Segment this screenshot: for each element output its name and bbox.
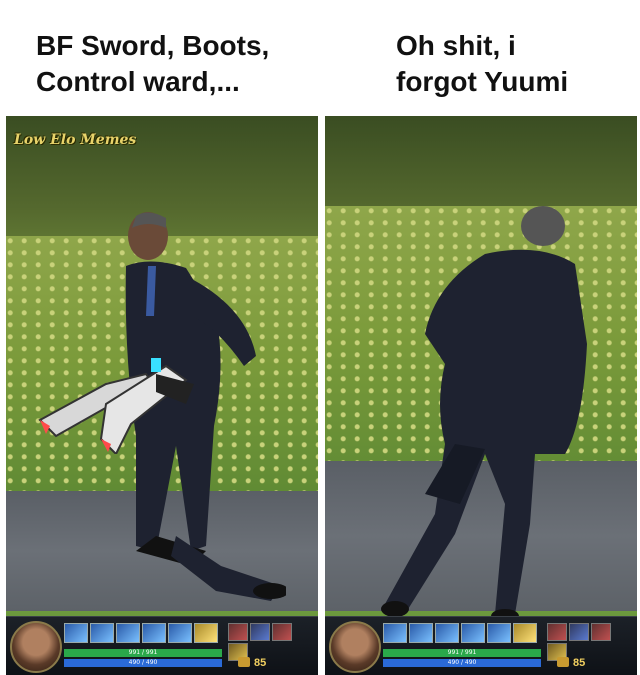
item-icon[interactable] (547, 623, 567, 641)
skill-icon[interactable] (64, 623, 88, 643)
gold-amount: 85 (254, 657, 267, 669)
skill-icon[interactable] (90, 623, 114, 643)
resource-bars: 991 / 991 490 / 490 (64, 649, 222, 669)
skill-icon[interactable] (168, 623, 192, 643)
caption-right: Oh shit, i forgot Yuumi (396, 30, 569, 97)
skill-bar (64, 623, 218, 643)
item-icon[interactable] (250, 623, 270, 641)
health-bar: 991 / 991 (383, 649, 541, 657)
summoner-spell-icon[interactable] (513, 623, 537, 643)
mana-bar: 490 / 490 (383, 659, 541, 667)
health-bar: 991 / 991 (64, 649, 222, 657)
resource-bars: 991 / 991 490 / 490 (383, 649, 541, 669)
skill-icon[interactable] (409, 623, 433, 643)
mana-bar: 490 / 490 (64, 659, 222, 667)
skill-icon[interactable] (487, 623, 511, 643)
health-text: 991 / 991 (447, 649, 477, 656)
watermark-logo: Low Elo Memes (14, 132, 137, 148)
running-man-figure (381, 206, 587, 623)
gold-icon (238, 657, 250, 667)
caption-left: BF Sword, Boots, Control ward,... (36, 30, 270, 97)
item-icon[interactable] (228, 623, 248, 641)
champion-portrait-icon (329, 621, 381, 673)
skill-icon[interactable] (142, 623, 166, 643)
mana-text: 490 / 490 (128, 659, 158, 666)
health-text: 991 / 991 (128, 649, 158, 656)
champion-portrait-icon (10, 621, 62, 673)
skill-icon[interactable] (383, 623, 407, 643)
item-icon[interactable] (272, 623, 292, 641)
skill-icon[interactable] (435, 623, 459, 643)
photo-panel-right: 991 / 991 490 / 490 85 (325, 116, 637, 675)
photo-panel-left: Low Elo Memes 991 / 991 490 / 490 85 (6, 116, 318, 675)
item-slots (228, 623, 312, 661)
summoner-spell-icon[interactable] (194, 623, 218, 643)
item-slots (547, 623, 631, 661)
skill-icon[interactable] (116, 623, 140, 643)
game-hud-left: 991 / 991 490 / 490 85 (6, 616, 318, 675)
blade-item-icon (38, 358, 194, 454)
skill-icon[interactable] (461, 623, 485, 643)
skill-bar (383, 623, 537, 643)
gold-amount: 85 (573, 657, 586, 669)
mana-text: 490 / 490 (447, 659, 477, 666)
item-icon[interactable] (569, 623, 589, 641)
game-hud-right: 991 / 991 490 / 490 85 (325, 616, 637, 675)
item-icon[interactable] (591, 623, 611, 641)
gold-icon (557, 657, 569, 667)
